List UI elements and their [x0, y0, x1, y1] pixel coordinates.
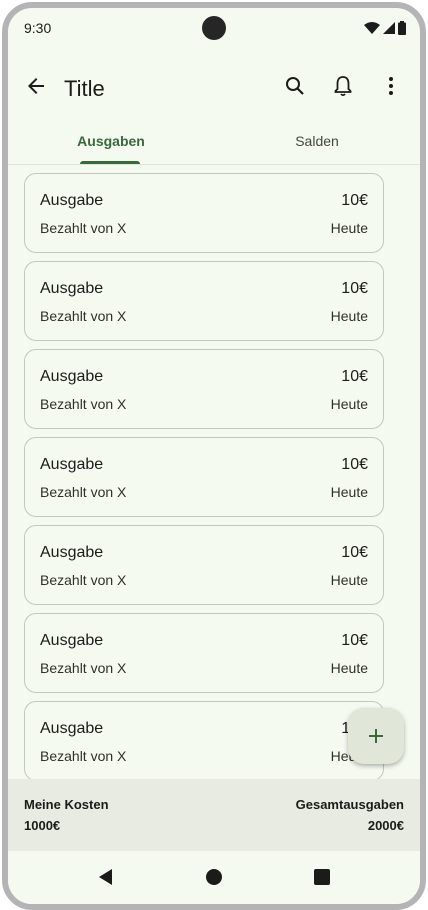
expense-date: Heute: [330, 396, 368, 412]
my-costs-value: 1000€: [24, 818, 61, 833]
expense-title: Ausgabe: [40, 280, 104, 297]
nav-recents-button[interactable]: [310, 865, 334, 889]
expense-list[interactable]: Ausgabe 10€ Bezahlt von X Heute Ausgabe …: [8, 165, 420, 779]
circle-home-icon: [206, 869, 222, 885]
search-icon: [286, 77, 304, 95]
tab-label: Ausgaben: [77, 133, 145, 149]
expense-title: Ausgabe: [40, 192, 104, 209]
top-app-bar: Title: [8, 54, 420, 118]
wifi-icon: [364, 22, 380, 34]
expense-amount: 10€: [341, 192, 368, 209]
notifications-button[interactable]: [323, 66, 363, 106]
more-options-button[interactable]: [371, 66, 411, 106]
expense-amount: 10€: [341, 632, 368, 649]
device: 9:30 Title Ausgaben Salden Ausgabe 10€ B…: [0, 0, 428, 910]
expense-title: Ausgabe: [40, 632, 104, 649]
expense-date: Heute: [330, 660, 368, 676]
nav-back-button[interactable]: [94, 865, 118, 889]
tab-ausgaben[interactable]: Ausgaben: [8, 118, 214, 164]
bell-icon: [334, 76, 352, 97]
expense-title: Ausgabe: [40, 456, 104, 473]
camera-cutout: [202, 16, 226, 40]
system-navigation-bar: [8, 851, 420, 904]
summary-bar: Meine Kosten 1000€ Gesamtausgaben 2000€: [8, 779, 420, 851]
expense-amount: 10€: [341, 280, 368, 297]
expense-card[interactable]: Ausgabe 10€ Bezahlt von X Heute: [24, 613, 384, 693]
tab-salden[interactable]: Salden: [214, 118, 420, 164]
expense-title: Ausgabe: [40, 368, 104, 385]
expense-date: Heute: [330, 308, 368, 324]
expense-card[interactable]: Ausgabe 10€ Bezahlt von X Heute: [24, 437, 384, 517]
search-button[interactable]: [275, 66, 315, 106]
total-expenses-label: Gesamtausgaben: [295, 797, 404, 812]
expense-card[interactable]: Ausgabe 10€ Bezahlt von X Heute: [24, 701, 384, 779]
more-vert-icon: [389, 77, 393, 95]
expense-amount: 10€: [341, 544, 368, 561]
tab-label: Salden: [295, 133, 339, 149]
triangle-back-icon: [99, 869, 112, 885]
status-time: 9:30: [24, 20, 52, 36]
phone-screen: 9:30 Title Ausgaben Salden Ausgabe 10€ B…: [2, 2, 426, 910]
plus-icon: [369, 729, 383, 743]
expense-title: Ausgabe: [40, 544, 104, 561]
expense-title: Ausgabe: [40, 720, 104, 737]
signal-icon: [383, 22, 395, 34]
square-recents-icon: [314, 869, 330, 885]
expense-date: Heute: [330, 572, 368, 588]
battery-icon: [398, 21, 406, 35]
expense-card[interactable]: Ausgabe 10€ Bezahlt von X Heute: [24, 349, 384, 429]
expense-paid-by: Bezahlt von X: [40, 308, 127, 324]
status-icons: [364, 21, 406, 35]
expense-amount: 10€: [341, 368, 368, 385]
expense-amount: 10€: [341, 456, 368, 473]
arrow-back-icon: [28, 78, 44, 94]
back-button[interactable]: [16, 66, 56, 106]
expense-paid-by: Bezahlt von X: [40, 396, 127, 412]
expense-card[interactable]: Ausgabe 10€ Bezahlt von X Heute: [24, 525, 384, 605]
page-title: Title: [64, 76, 105, 101]
expense-paid-by: Bezahlt von X: [40, 572, 127, 588]
add-expense-fab[interactable]: [348, 708, 404, 764]
nav-home-button[interactable]: [202, 865, 226, 889]
my-costs-label: Meine Kosten: [24, 797, 109, 812]
tab-row: Ausgaben Salden: [8, 118, 420, 165]
expense-date: Heute: [330, 484, 368, 500]
status-bar: 9:30: [8, 8, 420, 54]
total-expenses-value: 2000€: [367, 818, 404, 833]
expense-paid-by: Bezahlt von X: [40, 748, 127, 764]
expense-card[interactable]: Ausgabe 10€ Bezahlt von X Heute: [24, 173, 384, 253]
expense-date: Heute: [330, 220, 368, 236]
expense-card[interactable]: Ausgabe 10€ Bezahlt von X Heute: [24, 261, 384, 341]
expense-paid-by: Bezahlt von X: [40, 660, 127, 676]
expense-paid-by: Bezahlt von X: [40, 220, 127, 236]
expense-paid-by: Bezahlt von X: [40, 484, 127, 500]
tab-indicator: [80, 161, 140, 164]
